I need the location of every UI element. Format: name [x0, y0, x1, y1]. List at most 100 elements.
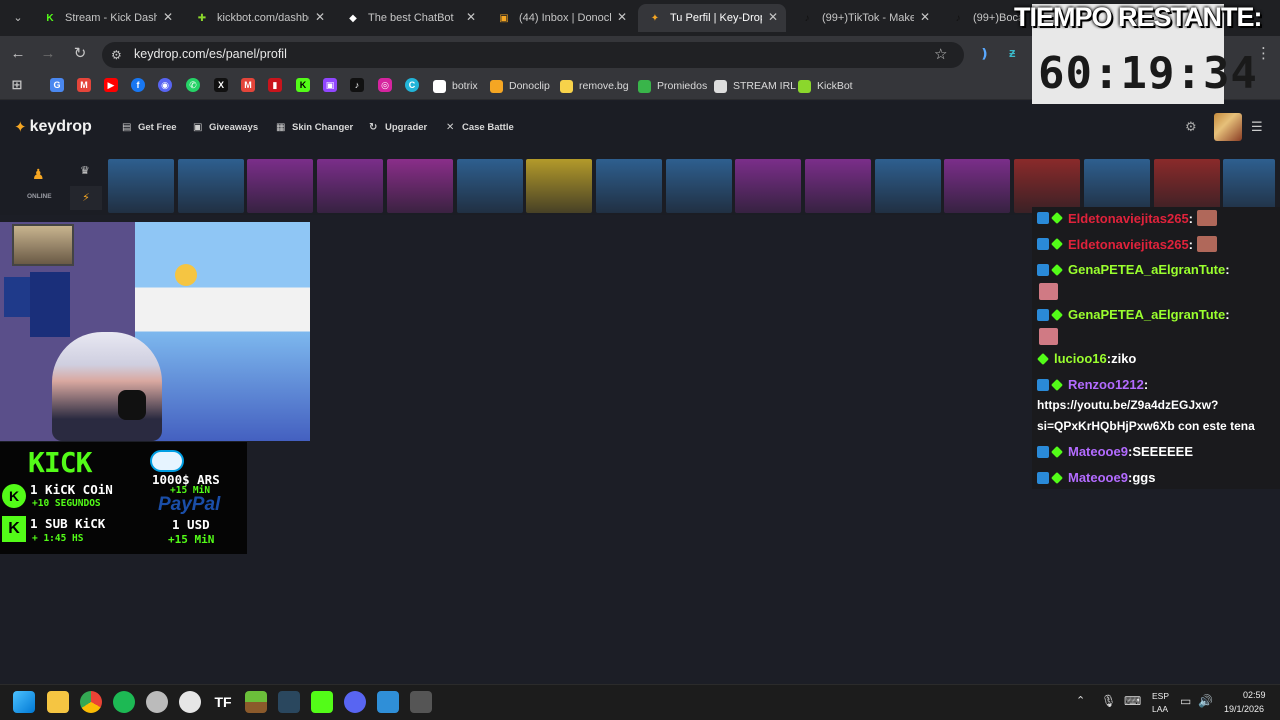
live-drop-item[interactable]	[317, 159, 384, 213]
tab-close-icon[interactable]: ✕	[315, 10, 325, 24]
x-twitter-icon[interactable]: X	[214, 78, 228, 92]
live-drop-item[interactable]	[1153, 159, 1220, 213]
app-icon[interactable]	[146, 691, 168, 713]
live-drop-item[interactable]	[665, 159, 732, 213]
keyboard-icon[interactable]: ⌨	[1124, 694, 1141, 708]
live-drop-item[interactable]	[735, 159, 802, 213]
tab-close-icon[interactable]: ✕	[920, 10, 930, 24]
clock-date[interactable]: 19/1/2026	[1224, 704, 1264, 714]
bookmark-item[interactable]: Donoclip	[490, 78, 550, 94]
network-icon[interactable]: ▭	[1180, 694, 1191, 708]
nav-link[interactable]: ▤ Get Free	[122, 122, 177, 133]
live-drops-bolt-icon[interactable]: ⚡	[70, 186, 102, 210]
tab-close-icon[interactable]: ✕	[466, 10, 476, 24]
facebook-icon[interactable]: f	[131, 78, 145, 92]
bookmark-item[interactable]: botrix	[433, 78, 478, 94]
instagram-icon[interactable]: ◎	[378, 78, 392, 92]
file-explorer-icon[interactable]	[47, 691, 69, 713]
translate-icon[interactable]: G	[50, 78, 64, 92]
user-avatar[interactable]	[1214, 113, 1242, 141]
chrome-icon[interactable]	[80, 691, 102, 713]
gmail-icon[interactable]: M	[241, 78, 255, 92]
live-drop-item[interactable]	[386, 159, 453, 213]
tab-close-icon[interactable]: ✕	[768, 10, 778, 24]
whatsapp-icon[interactable]: ✆	[186, 78, 200, 92]
microphone-icon[interactable]: 🎙	[1101, 694, 1116, 708]
browser-tab[interactable]: ♪ (99+)TikTok - Make Yo ✕	[790, 4, 938, 32]
top-drops-crown-icon[interactable]: ♛	[80, 164, 90, 177]
chat-username[interactable]: Eldetonaviejitas265	[1068, 237, 1189, 252]
minecraft-icon[interactable]	[245, 691, 267, 713]
apps-grid-icon[interactable]: ⊞	[10, 77, 24, 92]
discord-taskbar-icon[interactable]	[344, 691, 366, 713]
spotify-icon[interactable]	[113, 691, 135, 713]
live-drop-item[interactable]	[874, 159, 941, 213]
chat-username[interactable]: GenaPETEA_aElgranTute	[1068, 307, 1225, 322]
nav-link[interactable]: ✕ Case Battle	[446, 122, 514, 133]
tab-close-icon[interactable]: ✕	[163, 10, 173, 24]
tf-app-icon[interactable]: TF	[212, 691, 234, 713]
kick-studio-icon[interactable]	[311, 691, 333, 713]
tray-chevron-icon[interactable]: ⌃	[1076, 694, 1085, 707]
browser-tab[interactable]: K Stream - Kick Dashbo ✕	[33, 4, 181, 32]
discord-icon[interactable]: ◉	[158, 78, 172, 92]
settings-gear-icon[interactable]: ⚙	[1185, 119, 1197, 135]
chat-username[interactable]: Mateooe9	[1068, 470, 1128, 485]
youtube-icon[interactable]: ▶	[104, 78, 118, 92]
gmail-icon[interactable]: M	[77, 78, 91, 92]
nav-link[interactable]: ↻ Upgrader	[369, 122, 427, 133]
clock-time[interactable]: 02:59	[1243, 690, 1266, 700]
app-icon[interactable]	[179, 691, 201, 713]
bookmark-item[interactable]: KickBot	[798, 78, 853, 94]
lang-top[interactable]: ESP	[1152, 691, 1169, 701]
chat-username[interactable]: Mateooe9	[1068, 444, 1128, 459]
live-drop-item[interactable]	[1014, 159, 1081, 213]
browser-tab[interactable]: ◆ The best ChatBot ✕	[336, 4, 484, 32]
bookmark-item[interactable]: STREAM IRL	[714, 78, 796, 94]
back-arrow-icon[interactable]: ←	[8, 44, 28, 64]
chat-username[interactable]: Renzoo1212	[1068, 377, 1144, 392]
reload-icon[interactable]: ↻	[70, 44, 90, 64]
twitch-icon[interactable]: ▣	[323, 78, 337, 92]
live-drop-item[interactable]	[1223, 159, 1276, 213]
live-drop-item[interactable]	[177, 159, 244, 213]
live-drop-item[interactable]	[526, 159, 593, 213]
nav-link[interactable]: ▦ Skin Changer	[276, 122, 353, 133]
live-drop-item[interactable]	[805, 159, 871, 213]
kick-icon[interactable]: K	[296, 78, 310, 92]
extension-icon[interactable]: ❫	[979, 46, 990, 62]
tab-search-icon[interactable]: ⌄	[8, 8, 28, 28]
bookmark-star-icon[interactable]: ☆	[934, 45, 947, 63]
lang-bottom[interactable]: LAA	[1152, 704, 1168, 714]
bookmark-item[interactable]: Promiedos	[638, 78, 707, 94]
bookmark-red-icon[interactable]: ▮	[268, 78, 282, 92]
volume-icon[interactable]: 🔊	[1198, 694, 1213, 708]
site-info-icon[interactable]: ⚙	[111, 48, 122, 62]
site-logo[interactable]: ✦ keydrop	[14, 118, 92, 136]
hamburger-menu-icon[interactable]: ☰	[1251, 119, 1263, 135]
live-drop-item[interactable]	[944, 159, 1011, 213]
live-drop-item[interactable]	[595, 159, 662, 213]
address-text[interactable]: keydrop.com/es/panel/profil	[134, 47, 287, 61]
live-drop-item[interactable]	[456, 159, 523, 213]
canva-icon[interactable]: C	[405, 78, 419, 92]
live-drop-item[interactable]	[1083, 159, 1150, 213]
chat-username[interactable]: Eldetonaviejitas265	[1068, 211, 1189, 226]
steam-icon[interactable]	[278, 691, 300, 713]
app-icon[interactable]	[410, 691, 432, 713]
chat-username[interactable]: lucioo16	[1054, 351, 1107, 366]
browser-tab[interactable]: ✚ kickbot.com/dashboa ✕	[185, 4, 333, 32]
extension-icon[interactable]: ƶ	[1009, 45, 1016, 60]
menu-dots-icon[interactable]: ⋮	[1256, 44, 1271, 62]
chat-link[interactable]: https://youtu.be/Z9a4dzEGJxw?	[1037, 398, 1218, 412]
live-drop-item[interactable]	[247, 159, 314, 213]
bookmark-item[interactable]: remove.bg	[560, 78, 629, 94]
nav-link[interactable]: ▣ Giveaways	[193, 122, 258, 133]
tab-close-icon[interactable]: ✕	[617, 10, 627, 24]
chat-username[interactable]: GenaPETEA_aElgranTute	[1068, 262, 1225, 277]
chat-link[interactable]: si=QPxKrHQbHjPxw6Xb con este tena	[1037, 419, 1255, 433]
browser-tab[interactable]: ▣ (44) Inbox | Donoclip ✕	[487, 4, 635, 32]
app-icon[interactable]	[377, 691, 399, 713]
forward-arrow-icon[interactable]: →	[38, 44, 58, 64]
browser-tab[interactable]: ✦ Tu Perfil | Key-Drop.c ✕	[638, 4, 786, 32]
